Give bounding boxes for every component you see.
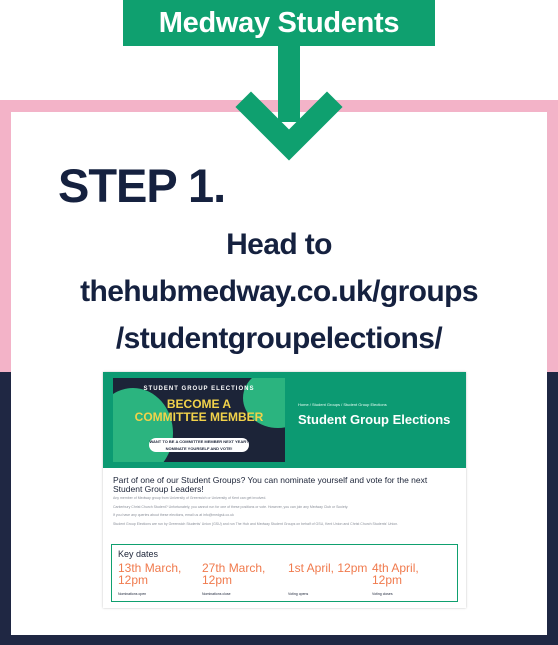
breadcrumb[interactable]: Home / Student Groups / Student Group El…	[298, 402, 387, 407]
instruction-url-path-line: /studentgroupelections/	[115, 322, 443, 355]
medway-students-banner: Medway Students	[123, 0, 435, 46]
instruction-line-1: Head to	[226, 228, 332, 261]
step-heading: STEP 1.	[58, 159, 226, 212]
body-text: If you have any queries about these elec…	[113, 513, 234, 517]
key-date: 27th March, 12pm	[202, 561, 266, 587]
key-date: 1st April, 12pm	[288, 561, 368, 575]
website-screenshot: STUDENT GROUP ELECTIONS BECOME A COMMITT…	[103, 372, 466, 608]
key-dates-box: Key dates 13th March, 12pm 27th March, 1…	[111, 544, 458, 602]
body-text: Any member of Medway group from Universi…	[113, 496, 267, 500]
hero-headline: BECOME A COMMITTEE MEMBER	[134, 397, 264, 424]
hero-banner: STUDENT GROUP ELECTIONS BECOME A COMMITT…	[103, 372, 466, 468]
hero-image: STUDENT GROUP ELECTIONS BECOME A COMMITT…	[113, 378, 285, 462]
hero-kicker: STUDENT GROUP ELECTIONS	[143, 386, 255, 392]
instruction-url-line: thehubmedway.co.uk/groups	[80, 275, 478, 308]
key-date-caption: Nominations open	[118, 592, 147, 596]
key-date-caption: Voting closes	[372, 592, 393, 596]
intro-text: Part of one of our Student Groups? You c…	[113, 475, 428, 494]
key-dates-title: Key dates	[118, 549, 159, 559]
key-date-caption: Voting opens	[288, 592, 309, 596]
body-text: Student Group Elections are run by Green…	[113, 522, 399, 526]
key-date-caption: Nominations close	[202, 592, 231, 596]
body-text: Canterbury Christ Church Student? Unfort…	[113, 505, 349, 509]
key-date: 13th March, 12pm	[118, 561, 182, 587]
hero-pill: WANT TO BE A COMMITTEE MEMBER NEXT YEAR?…	[149, 438, 249, 452]
page-title: Student Group Elections	[298, 412, 451, 427]
key-date: 4th April, 12pm	[372, 561, 419, 587]
